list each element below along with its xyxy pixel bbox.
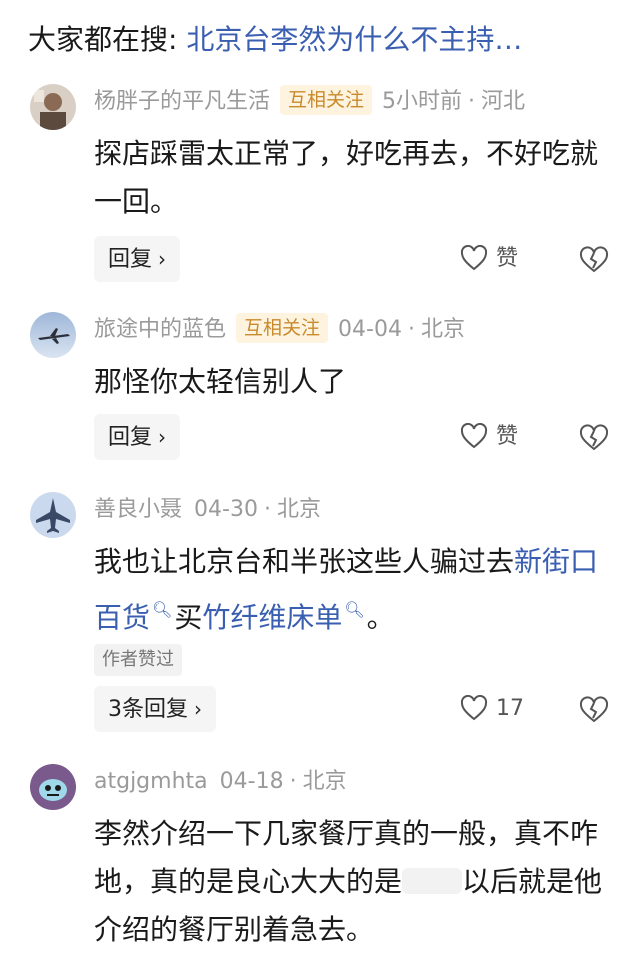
comment-text-part: 我也让北京台和半张这些人骗过去 bbox=[94, 545, 515, 578]
reply-button[interactable]: 3条回复 › bbox=[94, 686, 216, 732]
like-button[interactable]: 赞 bbox=[460, 236, 518, 282]
comment-text: 探店踩雷太正常了，好吃再去，不好吃就一回。 bbox=[94, 137, 599, 218]
comment-location: 北京 bbox=[276, 497, 321, 522]
separator-dot: · bbox=[407, 317, 415, 342]
comment-text: 李然介绍一下几家餐厅真的一般，真不咋地，真的是良心大大的是 以后就是他介绍的餐厅别… bbox=[94, 810, 604, 954]
comment-location: 河北 bbox=[481, 89, 526, 114]
reply-label: 回复 bbox=[108, 247, 153, 272]
separator-dot: · bbox=[263, 497, 271, 522]
broken-heart-icon bbox=[579, 246, 609, 273]
avatar[interactable] bbox=[30, 492, 76, 538]
comment-meta: 善良小聂 04-30 · 北京 bbox=[94, 492, 321, 528]
username[interactable]: 善良小聂 bbox=[94, 497, 182, 522]
like-label: 赞 bbox=[496, 246, 519, 271]
comment-location: 北京 bbox=[302, 769, 347, 794]
heart-outline-icon bbox=[460, 422, 488, 449]
avatar[interactable] bbox=[30, 312, 76, 358]
comment-meta: 旅途中的蓝色 互相关注 04-04 · 北京 bbox=[94, 312, 465, 348]
search-icon[interactable]: 🔍︎ bbox=[152, 586, 172, 634]
search-icon[interactable]: 🔍︎ bbox=[344, 586, 364, 634]
avatar[interactable] bbox=[30, 764, 76, 810]
heart-outline-icon bbox=[460, 694, 488, 721]
author-liked-badge: 作者赞过 bbox=[94, 644, 182, 676]
mutual-follow-badge: 互相关注 bbox=[280, 85, 373, 115]
mutual-follow-badge: 互相关注 bbox=[236, 313, 329, 343]
comment-meta: 杨胖子的平凡生活 互相关注 5小时前 · 河北 bbox=[94, 84, 525, 120]
dislike-button[interactable] bbox=[578, 236, 614, 282]
separator-dot: · bbox=[468, 89, 476, 114]
comment-text: 那怪你太轻信别人了 bbox=[94, 365, 347, 398]
comment-text-part: 。 bbox=[366, 601, 395, 634]
broken-heart-icon bbox=[579, 696, 609, 723]
comment-meta: atgjgmhta 04-18 · 北京 bbox=[94, 764, 347, 800]
reply-label: 回复 bbox=[108, 425, 153, 450]
like-count: 17 bbox=[496, 696, 524, 721]
chevron-right-icon: › bbox=[194, 697, 202, 721]
broken-heart-icon bbox=[579, 424, 609, 451]
search-label: 大家都在搜: bbox=[28, 23, 178, 56]
heart-outline-icon bbox=[460, 244, 488, 271]
comment-text: 我也让北京台和半张这些人骗过去新街口百货 🔍︎买竹纤维床单 🔍︎。 bbox=[94, 538, 604, 642]
comment-text-part: 买 bbox=[174, 601, 203, 634]
comment-time: 04-18 bbox=[219, 769, 284, 794]
like-button[interactable]: 17 bbox=[460, 686, 524, 732]
like-label: 赞 bbox=[496, 424, 519, 449]
username[interactable]: 杨胖子的平凡生活 bbox=[94, 89, 270, 114]
comment-time: 04-30 bbox=[194, 497, 258, 522]
chevron-right-icon: › bbox=[158, 247, 167, 271]
comment-time: 04-04 bbox=[338, 317, 402, 342]
avatar[interactable] bbox=[30, 84, 76, 130]
redacted-text bbox=[402, 868, 463, 894]
username[interactable]: atgjgmhta bbox=[94, 769, 208, 794]
reply-button[interactable]: 回复 › bbox=[94, 414, 181, 460]
comment-time: 5小时前 bbox=[382, 89, 463, 114]
search-query-link[interactable]: 北京台李然为什么不主持… bbox=[186, 23, 522, 56]
username[interactable]: 旅途中的蓝色 bbox=[94, 317, 226, 342]
search-link[interactable]: 竹纤维床单 bbox=[202, 601, 342, 634]
reply-label: 3条回复 bbox=[108, 697, 188, 722]
dislike-button[interactable] bbox=[578, 414, 614, 460]
separator-dot: · bbox=[289, 769, 297, 794]
reply-button[interactable]: 回复 › bbox=[94, 236, 181, 282]
dislike-button[interactable] bbox=[578, 686, 614, 732]
comment-location: 北京 bbox=[420, 317, 465, 342]
like-button[interactable]: 赞 bbox=[460, 414, 518, 460]
search-suggestion-bar[interactable]: 大家都在搜: 北京台李然为什么不主持… bbox=[28, 18, 618, 62]
chevron-right-icon: › bbox=[158, 425, 167, 449]
